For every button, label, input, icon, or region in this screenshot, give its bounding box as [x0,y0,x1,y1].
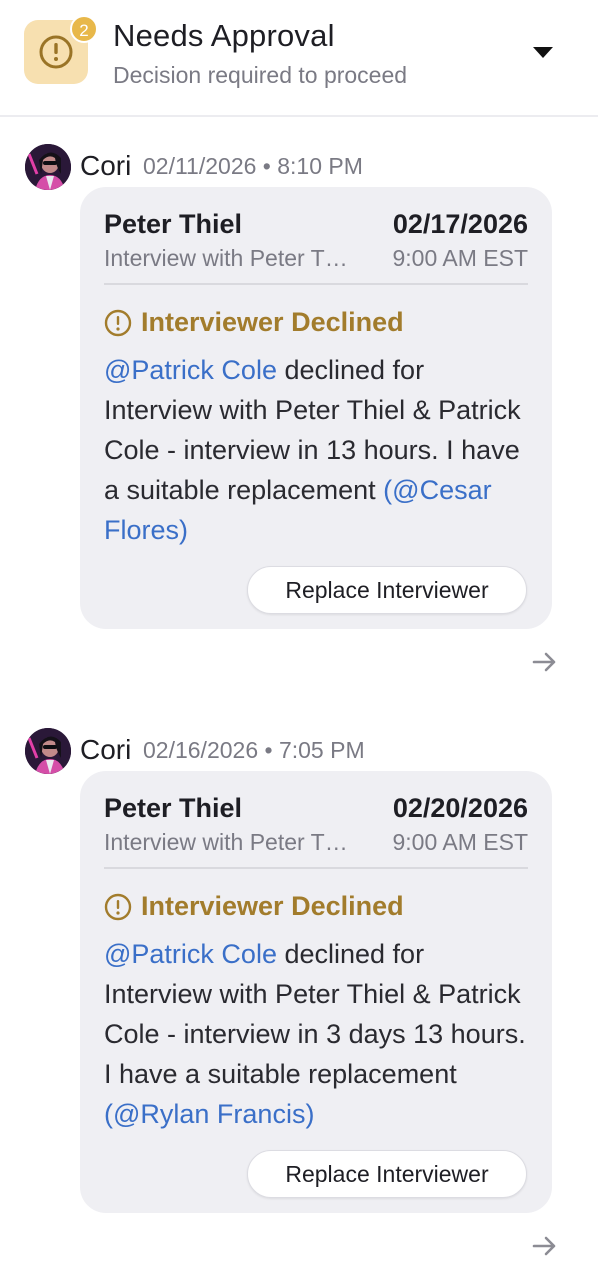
message-timestamp: 02/11/2026 • 8:10 PM [143,153,363,179]
avatar [25,144,71,190]
mention-link[interactable]: @Patrick Cole [104,939,277,969]
message-body: @Patrick Cole declined for Interview wit… [104,350,534,550]
status-label: Interviewer Declined [141,891,404,921]
caret-down-icon[interactable] [533,47,553,58]
interview-date: 02/20/2026 [392,793,528,823]
replace-interviewer-button[interactable]: Replace Interviewer [247,1150,527,1198]
message-body: @Patrick Cole declined for Interview wit… [104,934,534,1134]
message-item: Cori 02/16/2026 • 7:05 PM Peter Thiel 02… [0,728,598,1268]
message-timestamp: 02/16/2026 • 7:05 PM [143,737,365,763]
approval-card: Peter Thiel 02/17/2026 Interview with Pe… [80,187,552,629]
approval-count-badge: 2 [70,15,98,43]
interview-time: 9:00 AM EST [392,829,528,855]
candidate-name: Peter Thiel [104,209,243,239]
replace-interviewer-button[interactable]: Replace Interviewer [247,566,527,614]
page-subtitle: Decision required to proceed [113,62,408,88]
message-author: Cori [80,150,132,181]
candidate-name: Peter Thiel [104,793,243,823]
message-item: Cori 02/11/2026 • 8:10 PM Peter Thiel 02… [0,144,598,684]
replacement-mention-link[interactable]: (@Rylan Francis) [104,1099,314,1129]
interview-date: 02/17/2026 [392,209,528,239]
arrow-right-icon[interactable] [531,648,559,676]
card-divider [104,867,528,869]
status-label: Interviewer Declined [141,307,404,337]
warning-circle-icon [104,309,132,337]
interview-title: Interview with Peter Thiel & Patrick Col… [104,829,359,855]
needs-approval-header[interactable]: 2 Needs Approval Decision required to pr… [0,0,598,117]
interview-title: Interview with Peter Thiel & Patrick Col… [104,245,359,271]
page-title: Needs Approval [113,18,335,53]
avatar [25,728,71,774]
approval-card: Peter Thiel 02/20/2026 Interview with Pe… [80,771,552,1213]
alert-circle-icon [39,35,73,69]
arrow-right-icon[interactable] [531,1232,559,1260]
mention-link[interactable]: @Patrick Cole [104,355,277,385]
message-author: Cori [80,734,132,765]
interview-time: 9:00 AM EST [392,245,528,271]
card-divider [104,283,528,285]
warning-circle-icon [104,893,132,921]
